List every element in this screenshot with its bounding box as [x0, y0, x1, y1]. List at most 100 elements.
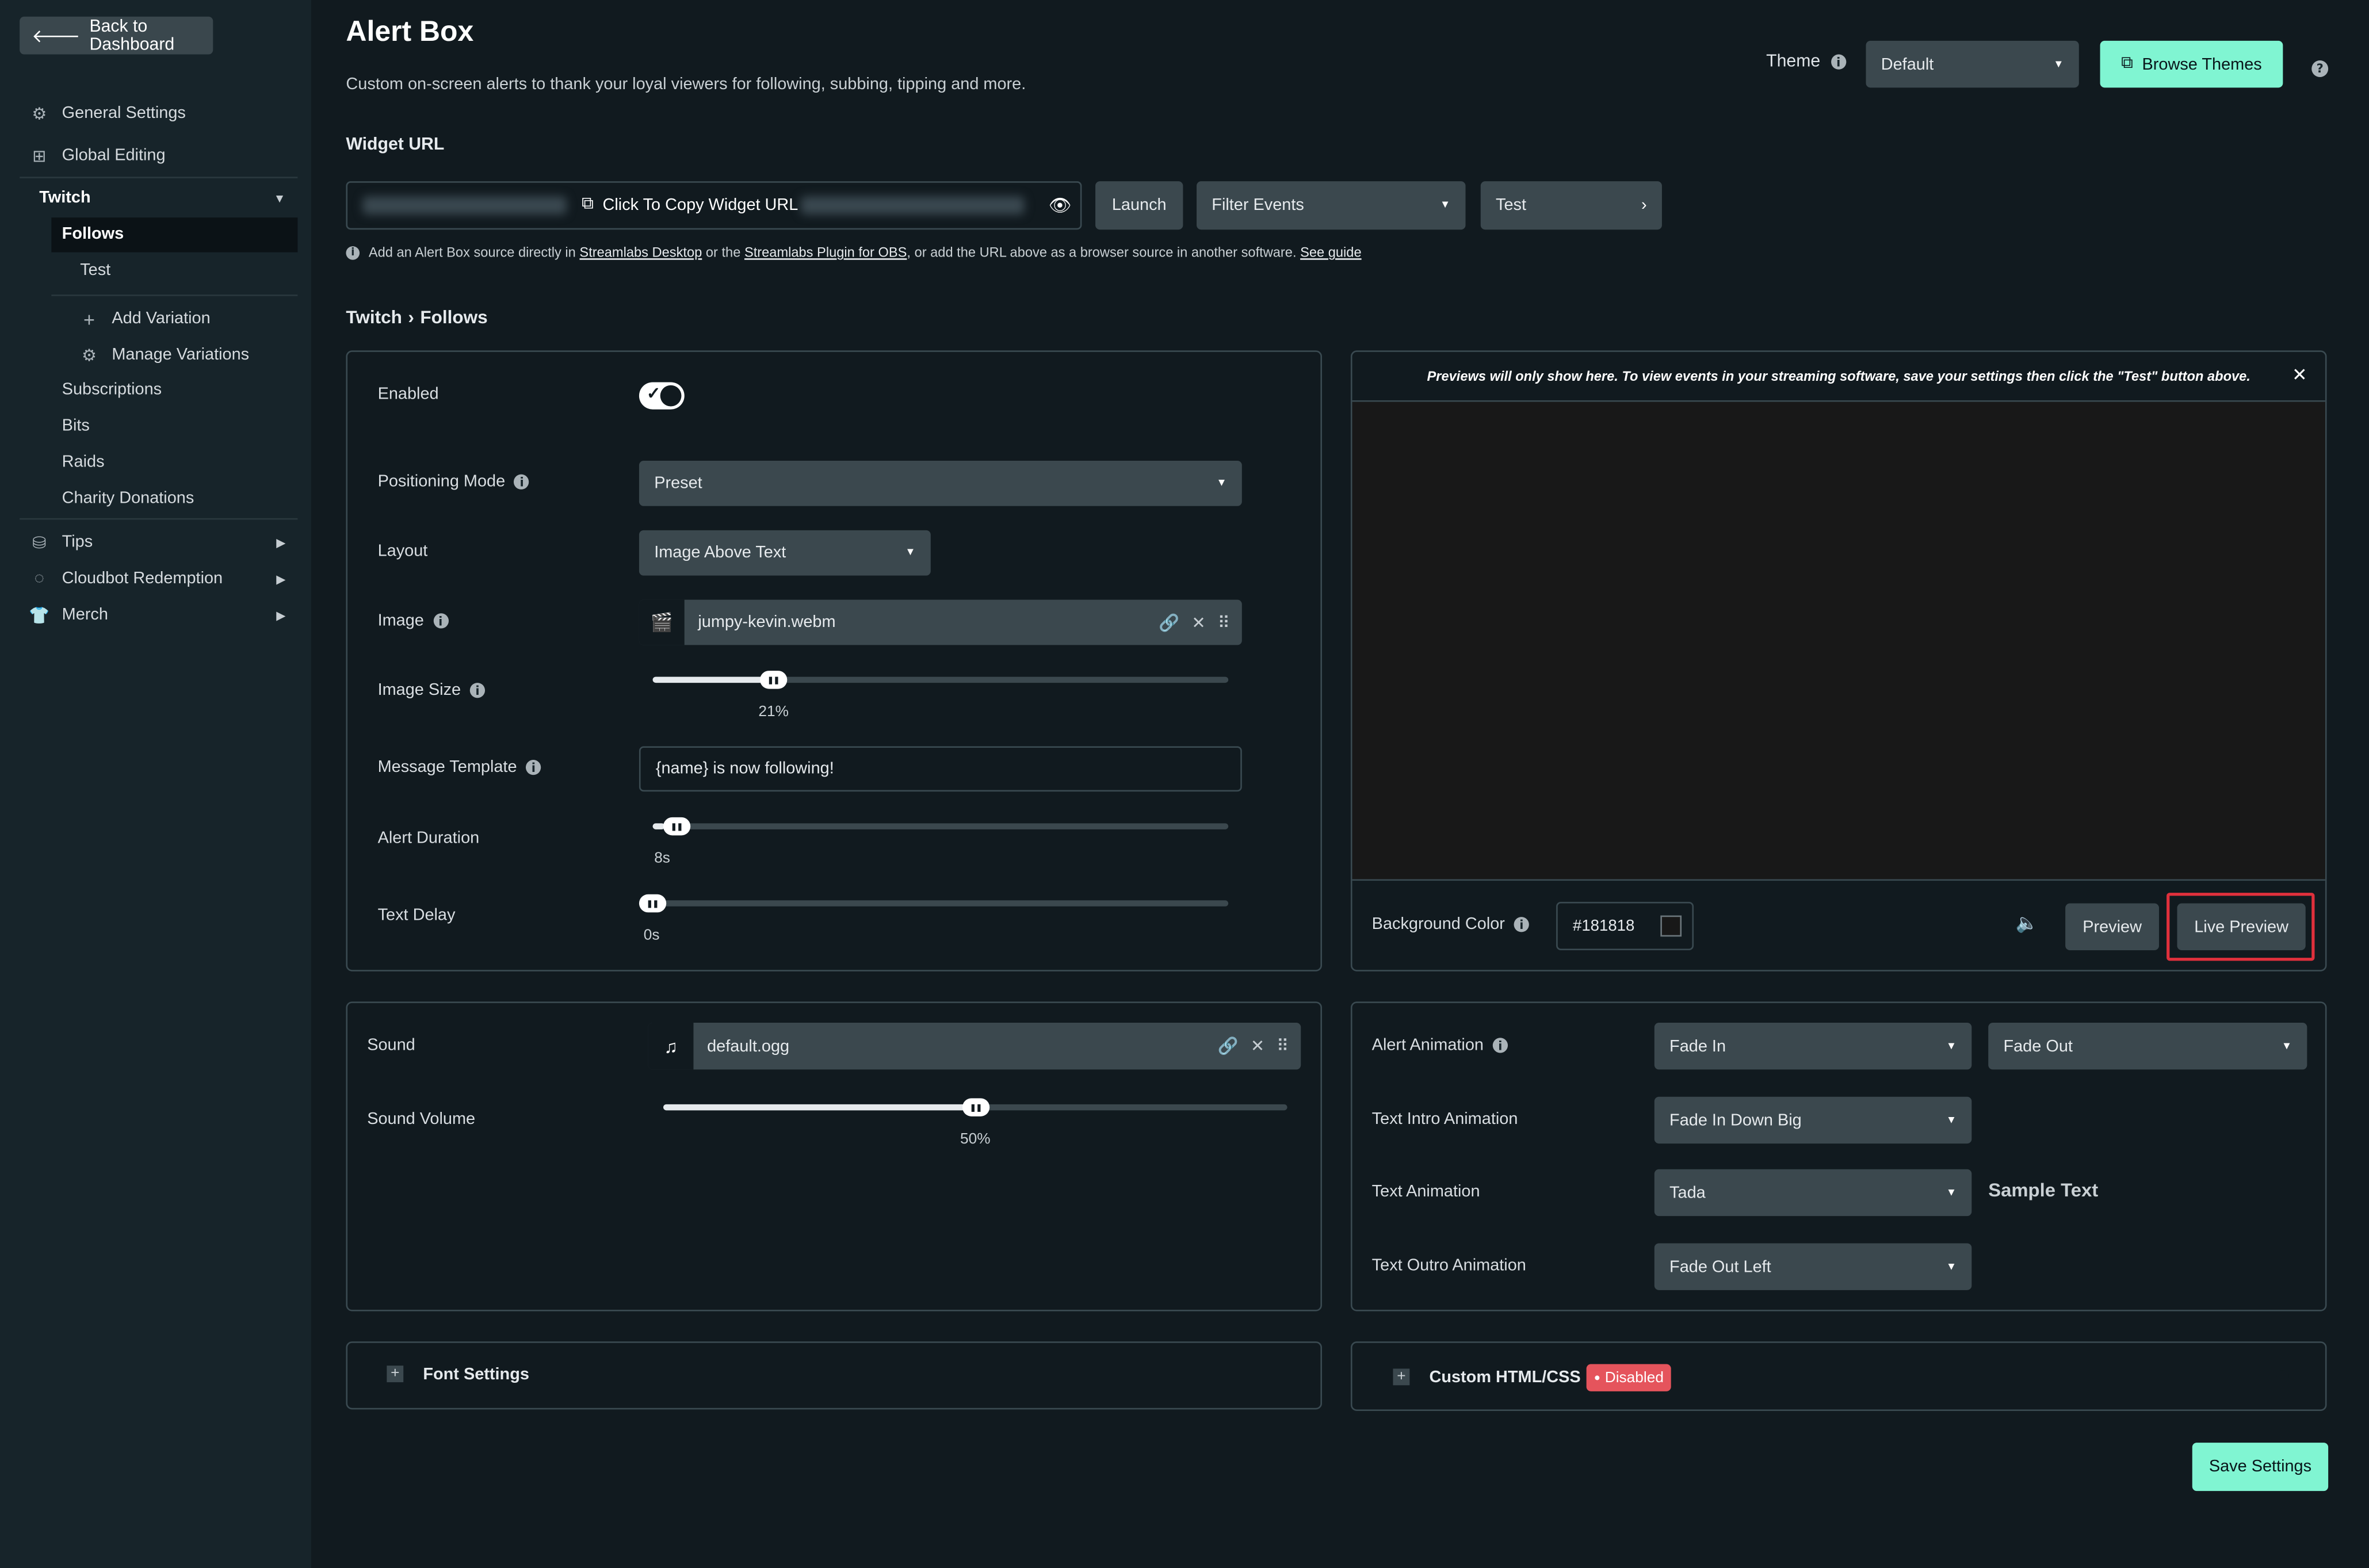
- custom-html-label: Custom HTML/CSS: [1429, 1368, 1581, 1387]
- grid-icon[interactable]: ⠿: [1277, 1037, 1289, 1056]
- sidebar-item-merch[interactable]: 👕 Merch ▶: [29, 600, 285, 630]
- sidebar-item-raids[interactable]: Raids: [62, 447, 105, 477]
- layout-value: Image Above Text: [654, 544, 786, 562]
- alert-animation-in-select[interactable]: Fade In ▼: [1654, 1023, 1972, 1070]
- sidebar-item-twitch[interactable]: Twitch ▼: [39, 183, 285, 213]
- sound-volume-thumb[interactable]: [961, 1098, 989, 1116]
- text-delay-slider[interactable]: [639, 894, 1229, 913]
- sidebar-item-test[interactable]: Test: [80, 255, 110, 286]
- image-size-label: Image Size i: [378, 681, 486, 699]
- alert-duration-thumb[interactable]: [662, 817, 690, 836]
- sidebar-item-add-variation[interactable]: + Add Variation: [80, 304, 211, 334]
- expand-icon[interactable]: +: [387, 1366, 404, 1383]
- sidebar-item-label: Global Editing: [62, 146, 166, 165]
- alert-duration-slider[interactable]: [652, 817, 1229, 836]
- text-animation-select[interactable]: Tada ▼: [1654, 1169, 1972, 1217]
- save-settings-button[interactable]: Save Settings: [2192, 1443, 2329, 1491]
- browse-themes-button[interactable]: ⧉ Browse Themes: [2100, 40, 2283, 88]
- chevron-down-icon: ▼: [1216, 478, 1227, 489]
- text-intro-animation-select[interactable]: Fade In Down Big ▼: [1654, 1096, 1972, 1144]
- close-icon[interactable]: ✕: [1251, 1037, 1264, 1056]
- breadcrumb-parent[interactable]: Twitch: [346, 307, 402, 328]
- image-size-slider[interactable]: [652, 671, 1229, 689]
- volume-icon[interactable]: 🔈: [2015, 912, 2038, 934]
- see-guide-link[interactable]: See guide: [1300, 244, 1361, 259]
- close-icon[interactable]: ✕: [1191, 613, 1205, 633]
- widget-hint: i Add an Alert Box source directly in St…: [346, 244, 1362, 260]
- text-animation-label: Text Animation: [1372, 1183, 1480, 1201]
- blurred-url: [800, 196, 1025, 215]
- sound-file-field[interactable]: ♫ default.ogg 🔗 ✕ ⠿: [648, 1023, 1301, 1070]
- preview-notice-text: Previews will only show here. To view ev…: [1427, 368, 2250, 384]
- streamlabs-plugin-link[interactable]: Streamlabs Plugin for OBS: [744, 244, 907, 259]
- filter-events-label: Filter Events: [1212, 196, 1304, 215]
- sound-panel: Sound ♫ default.ogg 🔗 ✕ ⠿ Sound Volume 5…: [346, 1001, 1323, 1311]
- custom-html-panel[interactable]: + Custom HTML/CSS ● Disabled: [1350, 1341, 2327, 1411]
- filter-events-select[interactable]: Filter Events ▼: [1197, 181, 1466, 230]
- widget-url-field[interactable]: ⧉ Click To Copy Widget URL 👁: [346, 181, 1082, 230]
- copy-url-label: Click To Copy Widget URL: [602, 196, 798, 214]
- text-outro-animation-select[interactable]: Fade Out Left ▼: [1654, 1243, 1972, 1290]
- toggle-knob: [2276, 1370, 2289, 1383]
- background-color-value: #181818: [1572, 917, 1635, 935]
- toggle-knob: [660, 385, 682, 407]
- alert-animation-out-select[interactable]: Fade Out ▼: [1988, 1023, 2307, 1070]
- alert-animation-label: Alert Animation i: [1372, 1037, 1508, 1054]
- back-to-dashboard-button[interactable]: 🡐 Back to Dashboard: [20, 16, 213, 55]
- sidebar-item-charity-donations[interactable]: Charity Donations: [62, 483, 194, 514]
- sidebar-item-bits[interactable]: Bits: [62, 411, 90, 441]
- sidebar-item-cloudbot-redemption[interactable]: ◌ Cloudbot Redemption ▶: [30, 564, 286, 594]
- sidebar-item-global-editing[interactable]: ⊞ Global Editing: [30, 140, 166, 171]
- sidebar-item-subscriptions[interactable]: Subscriptions: [62, 374, 162, 405]
- message-template-input[interactable]: {name} is now following!: [639, 746, 1242, 792]
- theme-select[interactable]: Default ▼: [1866, 40, 2079, 88]
- info-icon: i: [346, 245, 360, 259]
- enabled-toggle[interactable]: ✓: [639, 382, 685, 410]
- settings-panel: Enabled ✓ Positioning Mode i Preset ▼ La…: [346, 350, 1323, 972]
- background-color-input[interactable]: #181818: [1556, 901, 1694, 950]
- sidebar-item-tips[interactable]: ⛁ Tips ▶: [30, 527, 285, 558]
- streamlabs-desktop-link[interactable]: Streamlabs Desktop: [579, 244, 702, 259]
- launch-button[interactable]: Launch: [1095, 181, 1183, 230]
- grid-icon[interactable]: ⠿: [1218, 613, 1230, 633]
- sidebar-item-manage-variations[interactable]: ⚙ Manage Variations: [80, 340, 249, 370]
- close-icon[interactable]: ✕: [2292, 364, 2307, 385]
- eye-icon[interactable]: 👁: [1049, 195, 1072, 216]
- image-size-thumb[interactable]: [760, 671, 788, 689]
- layout-select[interactable]: Image Above Text ▼: [639, 530, 931, 576]
- expand-icon[interactable]: +: [1393, 1368, 1410, 1386]
- sidebar-item-label: Manage Variations: [112, 346, 250, 364]
- sidebar-item-follows[interactable]: Follows: [62, 219, 124, 250]
- background-color-label: Background Color i: [1372, 916, 1529, 934]
- info-icon: i: [514, 474, 530, 489]
- test-button[interactable]: Test ›: [1480, 181, 1662, 230]
- sidebar-item-general-settings[interactable]: ⚙ General Settings: [30, 98, 186, 129]
- positioning-mode-select[interactable]: Preset ▼: [639, 461, 1242, 506]
- sidebar-item-label: Charity Donations: [62, 489, 194, 508]
- copy-url-button[interactable]: ⧉ Click To Copy Widget URL: [582, 195, 798, 215]
- text-outro-animation-value: Fade Out Left: [1669, 1257, 1771, 1276]
- chevron-down-icon: ▼: [1946, 1115, 1957, 1126]
- font-settings-label: Font Settings: [423, 1366, 529, 1384]
- sound-volume-slider[interactable]: [663, 1098, 1287, 1116]
- text-intro-animation-label-text: Text Intro Animation: [1371, 1110, 1518, 1129]
- link-icon[interactable]: 🔗: [1218, 1037, 1239, 1056]
- sound-volume-value: 50%: [960, 1131, 991, 1148]
- help-icon[interactable]: ?: [2311, 53, 2329, 80]
- sidebar-item-label: Cloudbot Redemption: [62, 569, 223, 588]
- link-icon[interactable]: 🔗: [1159, 613, 1179, 633]
- text-delay-thumb[interactable]: [639, 894, 667, 913]
- gear-icon: ⚙: [32, 105, 47, 124]
- widget-url-label: Widget URL: [346, 136, 445, 154]
- music-icon: ♫: [648, 1023, 694, 1070]
- image-label: Image i: [378, 612, 448, 630]
- live-preview-button[interactable]: Live Preview: [2177, 903, 2306, 950]
- font-settings-panel[interactable]: + Font Settings: [346, 1341, 1323, 1410]
- chevron-right-icon: ▶: [276, 572, 286, 586]
- color-swatch[interactable]: [1660, 915, 1682, 937]
- chevron-down-icon: ▼: [905, 548, 916, 559]
- back-label: Back to Dashboard: [89, 17, 175, 54]
- preview-button[interactable]: Preview: [2065, 903, 2159, 950]
- image-file-field[interactable]: 🎬 jumpy-kevin.webm 🔗 ✕ ⠿: [639, 599, 1242, 645]
- positioning-mode-label-text: Positioning Mode: [377, 473, 506, 491]
